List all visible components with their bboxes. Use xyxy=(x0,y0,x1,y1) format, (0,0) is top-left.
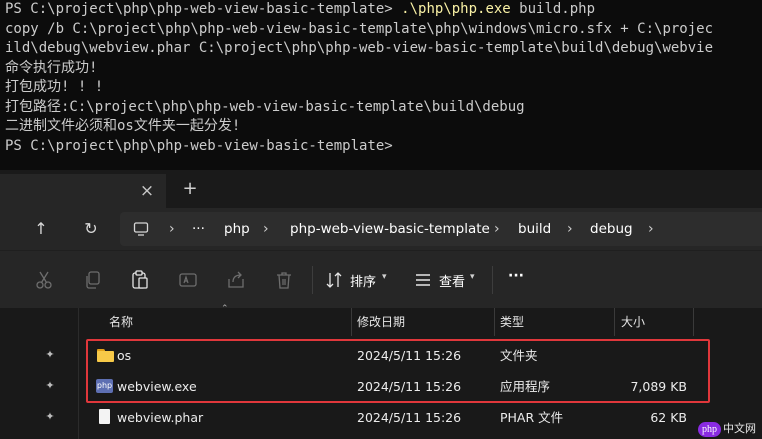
toolbar-divider xyxy=(312,266,313,294)
delete-icon[interactable] xyxy=(273,269,295,291)
more-options-icon[interactable]: ··· xyxy=(508,268,524,284)
paste-icon[interactable] xyxy=(129,269,151,291)
breadcrumb-item-php[interactable]: php xyxy=(224,212,250,246)
terminal-line: PS C:\project\php\php-web-view-basic-tem… xyxy=(5,0,762,20)
terminal-line: 打包路径:C:\project\php\php-web-view-basic-t… xyxy=(5,98,525,115)
breadcrumb-overflow[interactable]: ··· xyxy=(192,212,205,246)
folder-icon xyxy=(97,349,114,362)
file-type: 文件夹 xyxy=(500,348,538,363)
breadcrumb-separator-icon[interactable]: › xyxy=(648,212,654,246)
explorer-tab[interactable]: × xyxy=(0,174,166,208)
watermark: php 中文网 xyxy=(698,420,756,437)
terminal-line: 命令执行成功! xyxy=(5,59,98,76)
navigation-pane[interactable]: ✦ ✦ ✦ xyxy=(0,308,78,439)
rename-icon[interactable] xyxy=(177,269,199,291)
file-modified: 2024/5/11 15:26 xyxy=(357,348,462,363)
file-name: webview.exe xyxy=(117,379,197,394)
file-explorer-window: × + ↑ ↻ › ··· php › php-web-view-basic-t… xyxy=(0,170,762,439)
terminal-command-args: build.php xyxy=(510,1,596,17)
refresh-icon[interactable]: ↻ xyxy=(80,218,102,240)
terminal-line: PS C:\project\php\php-web-view-basic-tem… xyxy=(5,137,393,154)
close-icon[interactable]: × xyxy=(137,181,157,201)
column-header-name[interactable]: 名称 xyxy=(109,308,133,336)
column-resize-handle[interactable] xyxy=(614,308,615,336)
navigation-bar: ↑ ↻ › ··· php › php-web-view-basic-templ… xyxy=(0,208,762,250)
file-modified: 2024/5/11 15:26 xyxy=(357,379,462,394)
pin-icon[interactable]: ✦ xyxy=(43,348,57,362)
terminal-prompt: PS C:\project\php\php-web-view-basic-tem… xyxy=(5,1,402,17)
file-list-area: ✦ ✦ ✦ ⌃ 名称 修改日期 类型 大小 os 2024/5/11 15:26… xyxy=(0,304,762,439)
view-icon[interactable] xyxy=(412,269,434,291)
breadcrumb-item-debug[interactable]: debug xyxy=(590,212,633,246)
terminal-line: ild\debug\webview.phar C:\project\php\ph… xyxy=(5,40,714,56)
column-header-row: ⌃ 名称 修改日期 类型 大小 xyxy=(79,304,762,336)
file-modified: 2024/5/11 15:26 xyxy=(357,410,462,425)
sort-ascending-icon: ⌃ xyxy=(221,304,229,314)
copy-icon[interactable] xyxy=(82,269,104,291)
column-header-modified[interactable]: 修改日期 xyxy=(357,308,405,336)
breadcrumb-separator-icon[interactable]: › xyxy=(169,212,175,246)
up-arrow-icon[interactable]: ↑ xyxy=(30,218,52,240)
file-name: webview.phar xyxy=(117,410,204,425)
new-tab-icon[interactable]: + xyxy=(180,179,200,199)
column-resize-handle[interactable] xyxy=(494,308,495,336)
breadcrumb-separator-icon[interactable]: › xyxy=(494,212,500,246)
file-size: 7,089 KB xyxy=(630,379,687,394)
column-header-type[interactable]: 类型 xyxy=(500,308,524,336)
toolbar-divider xyxy=(492,266,493,294)
terminal-line: 二进制文件必须和os文件夹一起分发! xyxy=(5,118,241,134)
chevron-down-icon[interactable]: ▾ xyxy=(470,272,475,282)
terminal-command: .\php\php.exe xyxy=(401,1,511,17)
file-size: 62 KB xyxy=(650,410,687,425)
terminal-line: copy /b C:\project\php\php-web-view-basi… xyxy=(5,20,714,37)
terminal-window[interactable]: PS C:\project\php\php-web-view-basic-tem… xyxy=(0,0,762,170)
watermark-text: 中文网 xyxy=(723,423,756,435)
file-name: os xyxy=(117,348,132,363)
view-button[interactable]: 查看 xyxy=(439,271,465,290)
document-icon xyxy=(99,409,110,424)
command-toolbar: 排序 ▾ 查看 ▾ ··· xyxy=(0,250,762,309)
watermark-logo: php xyxy=(698,422,721,437)
tab-bar: × + xyxy=(0,170,762,208)
column-resize-handle[interactable] xyxy=(693,308,694,336)
pin-icon[interactable]: ✦ xyxy=(43,410,57,424)
share-icon[interactable] xyxy=(225,269,247,291)
php-exe-icon: php xyxy=(96,379,113,393)
pin-icon[interactable]: ✦ xyxy=(43,379,57,393)
file-type: PHAR 文件 xyxy=(500,410,564,425)
file-row-webview-phar[interactable]: webview.phar 2024/5/11 15:26 PHAR 文件 62 … xyxy=(79,402,762,433)
sort-button[interactable]: 排序 xyxy=(350,271,376,290)
terminal-line: 打包成功! ! ! xyxy=(5,79,104,95)
computer-icon[interactable] xyxy=(133,221,149,237)
file-size xyxy=(607,340,687,371)
column-resize-handle[interactable] xyxy=(351,308,352,336)
address-bar[interactable]: › ··· php › php-web-view-basic-template … xyxy=(120,212,762,246)
file-type: 应用程序 xyxy=(500,379,551,394)
file-row-os[interactable]: os 2024/5/11 15:26 文件夹 xyxy=(79,340,762,371)
sort-icon[interactable] xyxy=(323,269,345,291)
breadcrumb-separator-icon[interactable]: › xyxy=(567,212,573,246)
breadcrumb-item-build[interactable]: build xyxy=(518,212,551,246)
cut-icon[interactable] xyxy=(33,269,55,291)
breadcrumb-separator-icon[interactable]: › xyxy=(263,212,269,246)
file-row-webview-exe[interactable]: php webview.exe 2024/5/11 15:26 应用程序 7,0… xyxy=(79,371,762,402)
breadcrumb-item-template[interactable]: php-web-view-basic-template xyxy=(290,212,490,246)
chevron-down-icon[interactable]: ▾ xyxy=(382,272,387,282)
column-header-size[interactable]: 大小 xyxy=(621,308,645,336)
